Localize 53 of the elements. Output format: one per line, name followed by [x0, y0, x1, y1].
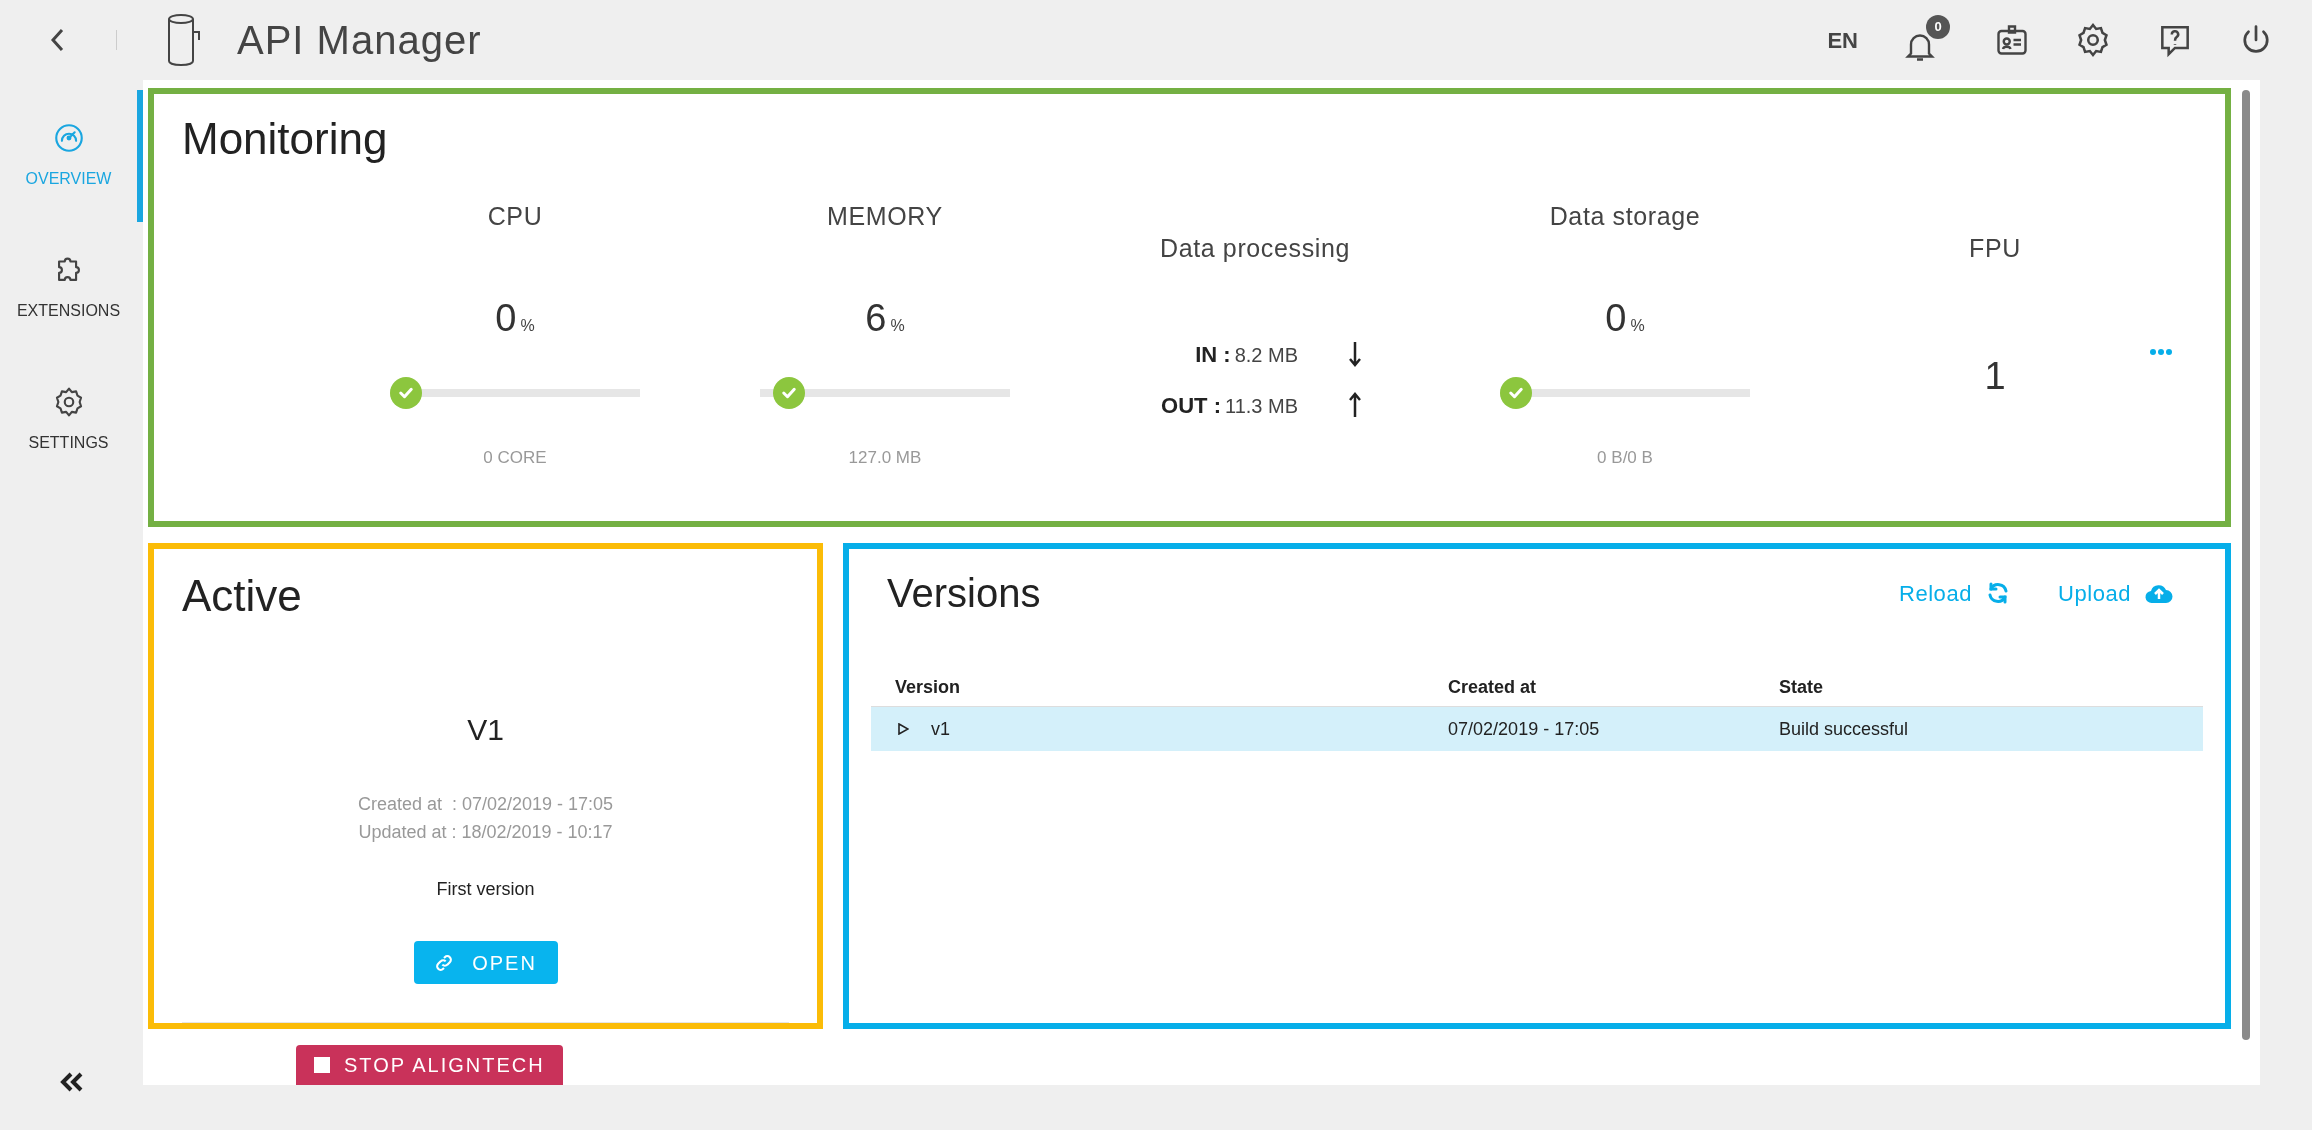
io-value: 8.2 MB	[1234, 342, 1298, 368]
back-icon[interactable]	[50, 28, 64, 52]
metric-unit: %	[520, 316, 535, 336]
metric-title: MEMORY	[827, 201, 943, 232]
expand-icon[interactable]	[897, 723, 910, 735]
sidebar-item[interactable]: SETTINGS	[0, 354, 143, 486]
more-icon[interactable]	[2150, 348, 2172, 356]
table-cell-text: 07/02/2019 - 17:05	[1448, 717, 1601, 741]
scrollbar[interactable]	[2241, 90, 2250, 1040]
metric-caption: 0 B/0 B	[1597, 447, 1653, 469]
panel-title: Versions	[887, 570, 1041, 617]
metric-unit: %	[1630, 316, 1645, 336]
check-thumb-icon[interactable]	[1500, 377, 1532, 409]
language-selector[interactable]: EN	[1827, 23, 1858, 57]
column-header: Created at	[1448, 676, 1538, 699]
up-arrow-icon	[1348, 392, 1362, 418]
collapse-icon[interactable]	[59, 1072, 84, 1092]
app-title: API Manager	[237, 17, 482, 64]
version-name: V1	[467, 712, 504, 748]
metric-title: CPU	[487, 201, 543, 232]
cloud-upload-icon	[2145, 582, 2173, 604]
table-cell-text: v1	[931, 717, 951, 741]
metric-caption: 0 CORE	[483, 447, 547, 469]
version-row[interactable]: v1 07/02/2019 - 17:05 Build successful	[871, 707, 2203, 751]
sidebar-item[interactable]: EXTENSIONS	[0, 222, 143, 354]
table-cell-text: Build successful	[1779, 717, 1909, 741]
check-thumb-icon[interactable]	[773, 377, 806, 409]
metric-value: 0	[495, 296, 517, 341]
notification-badge: 0	[1926, 15, 1950, 39]
panel-title: Active	[182, 570, 302, 622]
metric-unit: %	[890, 316, 905, 336]
io-label: OUT :	[1161, 391, 1221, 420]
io-value: 11.3 MB	[1225, 393, 1298, 419]
down-arrow-icon	[1348, 341, 1362, 367]
column-header: State	[1779, 676, 1824, 699]
metric-title: Data storage	[1549, 201, 1701, 232]
metric-title: Data processing	[1160, 233, 1350, 264]
version-description: First version	[436, 878, 535, 901]
metric-title: FPU	[1969, 233, 2021, 264]
metric-value: 1	[1984, 353, 2006, 399]
panel-title: Monitoring	[182, 113, 389, 165]
updated-date: Updated at : 18/02/2019 - 10:17	[358, 821, 613, 844]
created-date: Created at : 07/02/2019 - 17:05	[357, 793, 614, 816]
link-icon	[434, 952, 455, 973]
metric-value: 6	[865, 296, 887, 341]
column-header: Version	[894, 676, 962, 699]
stop-square-icon	[314, 1057, 330, 1073]
stop-button[interactable]: STOP ALIGNTECH	[296, 1045, 563, 1085]
check-thumb-icon[interactable]	[390, 377, 422, 409]
metric-caption: 127.0 MB	[848, 447, 922, 469]
io-label: IN :	[1195, 340, 1231, 369]
metric-value: 0	[1605, 296, 1627, 341]
notification-bell[interactable]: 0	[1902, 15, 1950, 65]
